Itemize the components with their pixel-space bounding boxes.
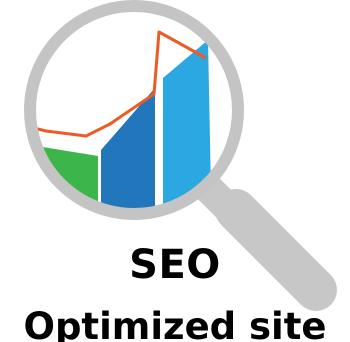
headline-optimized-site: Optimized site [23,305,327,342]
headline-seo: SEO [129,242,221,288]
seo-logo: SEO Optimized site [0,0,350,342]
